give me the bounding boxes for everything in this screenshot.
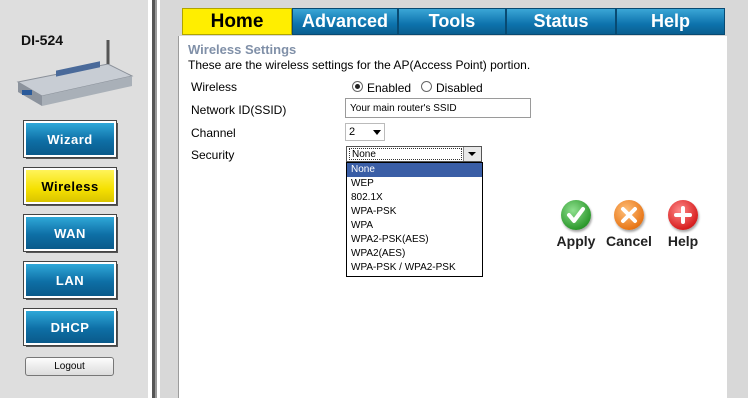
cancel-button[interactable]: Cancel — [604, 200, 654, 249]
section-description: These are the wireless settings for the … — [188, 58, 531, 72]
chevron-down-icon — [373, 130, 381, 135]
section-title: Wireless Settings — [188, 42, 297, 57]
channel-select[interactable]: 2 — [345, 123, 385, 141]
nav-wireless-button[interactable]: Wireless — [23, 167, 117, 205]
cancel-label: Cancel — [606, 233, 652, 249]
ssid-input[interactable] — [345, 98, 531, 118]
nav-dhcp-button[interactable]: DHCP — [23, 308, 117, 346]
cross-icon — [614, 200, 644, 230]
nav-wan-button[interactable]: WAN — [23, 214, 117, 252]
security-option-wpa-psk-wpa2-psk[interactable]: WPA-PSK / WPA2-PSK — [347, 261, 482, 275]
nav-wizard-button[interactable]: Wizard — [23, 120, 117, 158]
tab-home[interactable]: Home — [182, 8, 292, 35]
security-option-wpa-psk[interactable]: WPA-PSK — [347, 205, 482, 219]
nav-lan-button[interactable]: LAN — [23, 261, 117, 299]
help-button[interactable]: Help — [658, 200, 708, 249]
wireless-disabled-radio[interactable] — [421, 81, 432, 92]
help-label: Help — [667, 233, 699, 249]
wireless-disabled-label: Disabled — [436, 81, 483, 95]
security-value: None — [349, 148, 462, 160]
apply-label: Apply — [556, 233, 596, 249]
security-dropdown-list: None WEP 802.1X WPA-PSK WPA WPA2-PSK(AES… — [346, 162, 483, 277]
sidebar: DI-524 Wizard Wireless WAN LAN DHCP Logo… — [0, 0, 148, 398]
tab-advanced[interactable]: Advanced — [292, 8, 398, 35]
tab-tools[interactable]: Tools — [398, 8, 506, 35]
apply-button[interactable]: Apply — [551, 200, 601, 249]
tab-status[interactable]: Status — [506, 8, 616, 35]
router-image — [16, 40, 134, 106]
channel-label: Channel — [191, 126, 236, 140]
security-option-wpa[interactable]: WPA — [347, 219, 482, 233]
security-option-wpa2-aes[interactable]: WPA2(AES) — [347, 247, 482, 261]
sidebar-divider — [148, 0, 160, 398]
channel-value: 2 — [349, 126, 356, 138]
checkmark-icon — [561, 200, 591, 230]
wireless-enabled-radio[interactable] — [352, 81, 363, 92]
ssid-label: Network ID(SSID) — [191, 103, 287, 117]
wireless-label: Wireless — [191, 80, 238, 94]
security-option-wpa2-psk-aes[interactable]: WPA2-PSK(AES) — [347, 233, 482, 247]
wireless-enabled-label: Enabled — [367, 81, 412, 95]
logout-button[interactable]: Logout — [25, 357, 114, 376]
chevron-down-icon[interactable] — [463, 147, 481, 161]
security-label: Security — [191, 148, 235, 162]
security-option-8021x[interactable]: 802.1X — [347, 191, 482, 205]
security-select[interactable]: None — [346, 146, 482, 162]
security-option-none[interactable]: None — [347, 163, 482, 177]
tab-help[interactable]: Help — [616, 8, 725, 35]
security-option-wep[interactable]: WEP — [347, 177, 482, 191]
plus-icon — [668, 200, 698, 230]
